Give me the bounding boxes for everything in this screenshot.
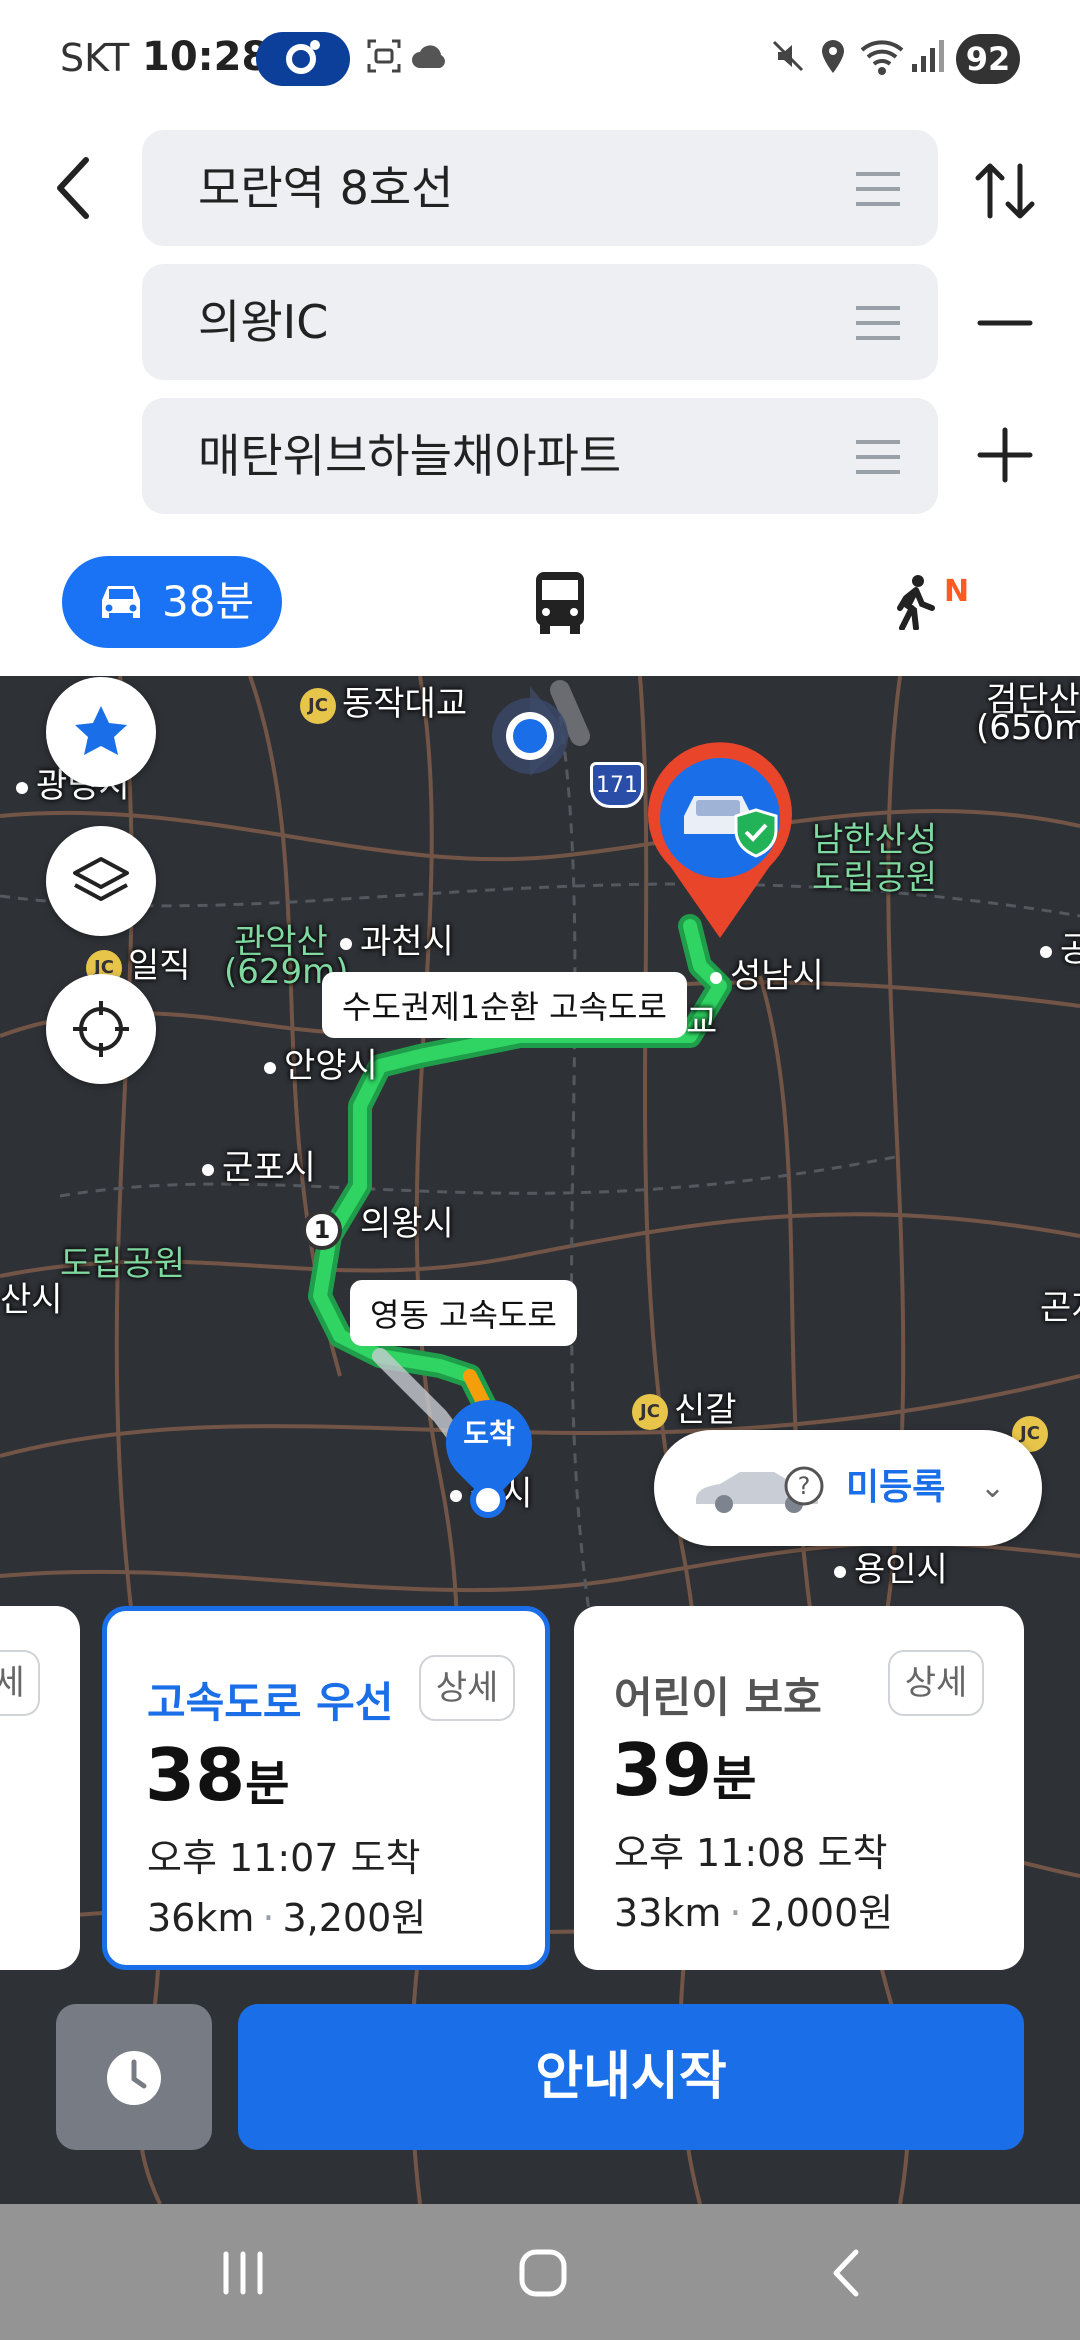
star-icon — [75, 706, 127, 755]
mute-icon — [772, 40, 804, 72]
map-label: 교 — [686, 1002, 718, 1042]
svg-text:?: ? — [798, 1472, 811, 1500]
back-button[interactable] — [46, 150, 102, 226]
route-duration: 38분 — [145, 1733, 290, 1817]
system-nav-bar — [0, 2204, 1080, 2340]
vehicle-icon: ? — [696, 1466, 824, 1513]
map-label: 군포시 — [202, 1140, 316, 1189]
detail-button[interactable]: 상세 — [888, 1650, 984, 1716]
origin-label: 모란역 8호선 — [198, 161, 454, 215]
status-bar: SKT 10:28 92 — [0, 0, 1080, 120]
favorites-button[interactable] — [46, 677, 156, 787]
carrier-label: SKT — [60, 36, 130, 80]
destination-field[interactable]: 매탄위브하늘채아파트 — [142, 398, 938, 514]
map-label: JC 동작대교 — [300, 676, 467, 725]
map-label: 용인시 — [834, 1542, 948, 1591]
route-option-card-prev[interactable]: 세 — [0, 1606, 80, 1970]
map-label: 과천시 — [340, 914, 454, 963]
map-label: 의왕시 — [360, 1204, 454, 1244]
tab-car[interactable]: 38분 — [62, 556, 282, 648]
detail-button[interactable]: 세 — [0, 1650, 40, 1716]
highway-shield-icon: 171 — [590, 762, 644, 808]
cloud-icon — [412, 45, 445, 68]
arrival-marker-label: 도착 — [463, 1417, 515, 1450]
navigation-active-icon — [256, 32, 350, 86]
drag-handle-icon[interactable] — [856, 306, 900, 340]
signal-icon — [912, 40, 944, 72]
distance-toll: 33km · 2,000원 — [614, 1891, 894, 1935]
map-label: 도립공원 — [812, 858, 938, 898]
map-label: (650m) — [976, 708, 1080, 748]
road-label-yeongdong: 영동 고속도로 — [350, 1280, 577, 1346]
drag-handle-icon[interactable] — [856, 172, 900, 206]
wifi-icon — [860, 40, 904, 75]
screenshot-icon — [367, 39, 401, 73]
route-duration: 39분 — [612, 1728, 757, 1812]
map-label: 성남시 — [710, 948, 824, 997]
crosshair-icon — [73, 1001, 129, 1057]
tab-bus[interactable] — [530, 568, 590, 638]
map-label: 곤지 — [1040, 1288, 1080, 1328]
waypoint-number-marker: 1 — [302, 1210, 342, 1250]
chevron-down-icon: ⌄ — [980, 1470, 1006, 1505]
destination-label: 매탄위브하늘채아파트 — [198, 429, 622, 483]
arrival-time: 오후 11:07 도착 — [147, 1836, 421, 1880]
walk-icon — [897, 575, 935, 631]
vehicle-select-chip[interactable]: ? 미등록 ⌄ — [654, 1430, 1042, 1546]
location-icon — [822, 40, 844, 73]
clock-time: 10:28 — [142, 34, 270, 80]
map-label: 안양시 — [264, 1038, 378, 1087]
arrival-time: 오후 11:08 도착 — [614, 1831, 888, 1875]
waypoint-field[interactable]: 의왕IC — [142, 264, 938, 380]
route-option-card[interactable]: 고속도로 우선 상세 38분 오후 11:07 도착 36km · 3,200원 — [102, 1606, 550, 1970]
recent-apps-button[interactable] — [208, 2238, 278, 2308]
waypoint-label: 의왕IC — [198, 295, 329, 349]
swap-route-button[interactable] — [970, 156, 1040, 226]
map-label: 공 — [1040, 922, 1080, 971]
route-option-card[interactable]: 어린이 보호 상세 39분 오후 11:08 도착 33km · 2,000원 — [574, 1606, 1024, 1970]
current-location-marker — [492, 686, 570, 776]
map-view[interactable]: JC 동작대교 광명시 JC 일직 관악산 (629m) 과천시 안양시 군포시 의… — [0, 676, 1080, 2204]
layers-button[interactable] — [46, 826, 156, 936]
locate-me-button[interactable] — [46, 974, 156, 1084]
detail-button[interactable]: 상세 — [419, 1655, 515, 1721]
route-option-title: 고속도로 우선 — [147, 1678, 394, 1727]
arrival-point-icon — [470, 1482, 506, 1518]
route-option-title: 어린이 보호 — [614, 1673, 822, 1722]
road-label-capital-ring: 수도권제1순환 고속도로 — [322, 972, 687, 1038]
start-navigation-button[interactable]: 안내시작 — [238, 2004, 1024, 2150]
clock-icon — [107, 2051, 161, 2105]
map-label: JC 신갈 — [632, 1382, 737, 1431]
tab-walk[interactable]: N — [894, 574, 984, 634]
car-icon — [102, 586, 140, 618]
safe-driving-marker[interactable] — [640, 742, 800, 942]
departure-time-button[interactable] — [56, 2004, 212, 2150]
distance-toll: 36km · 3,200원 — [147, 1896, 427, 1940]
new-badge: N — [944, 574, 970, 609]
layers-icon — [73, 857, 129, 901]
origin-field[interactable]: 모란역 8호선 — [142, 130, 938, 246]
vehicle-status: 미등록 — [846, 1467, 946, 1508]
remove-waypoint-button[interactable] — [970, 288, 1040, 358]
add-waypoint-button[interactable] — [970, 420, 1040, 490]
battery-level: 92 — [956, 34, 1020, 84]
map-label: 도립공원 — [60, 1244, 186, 1284]
map-label: 산시 — [0, 1280, 63, 1320]
car-duration: 38분 — [162, 577, 255, 626]
drag-handle-icon[interactable] — [856, 440, 900, 474]
back-nav-button[interactable] — [812, 2238, 882, 2308]
home-button[interactable] — [508, 2238, 578, 2308]
